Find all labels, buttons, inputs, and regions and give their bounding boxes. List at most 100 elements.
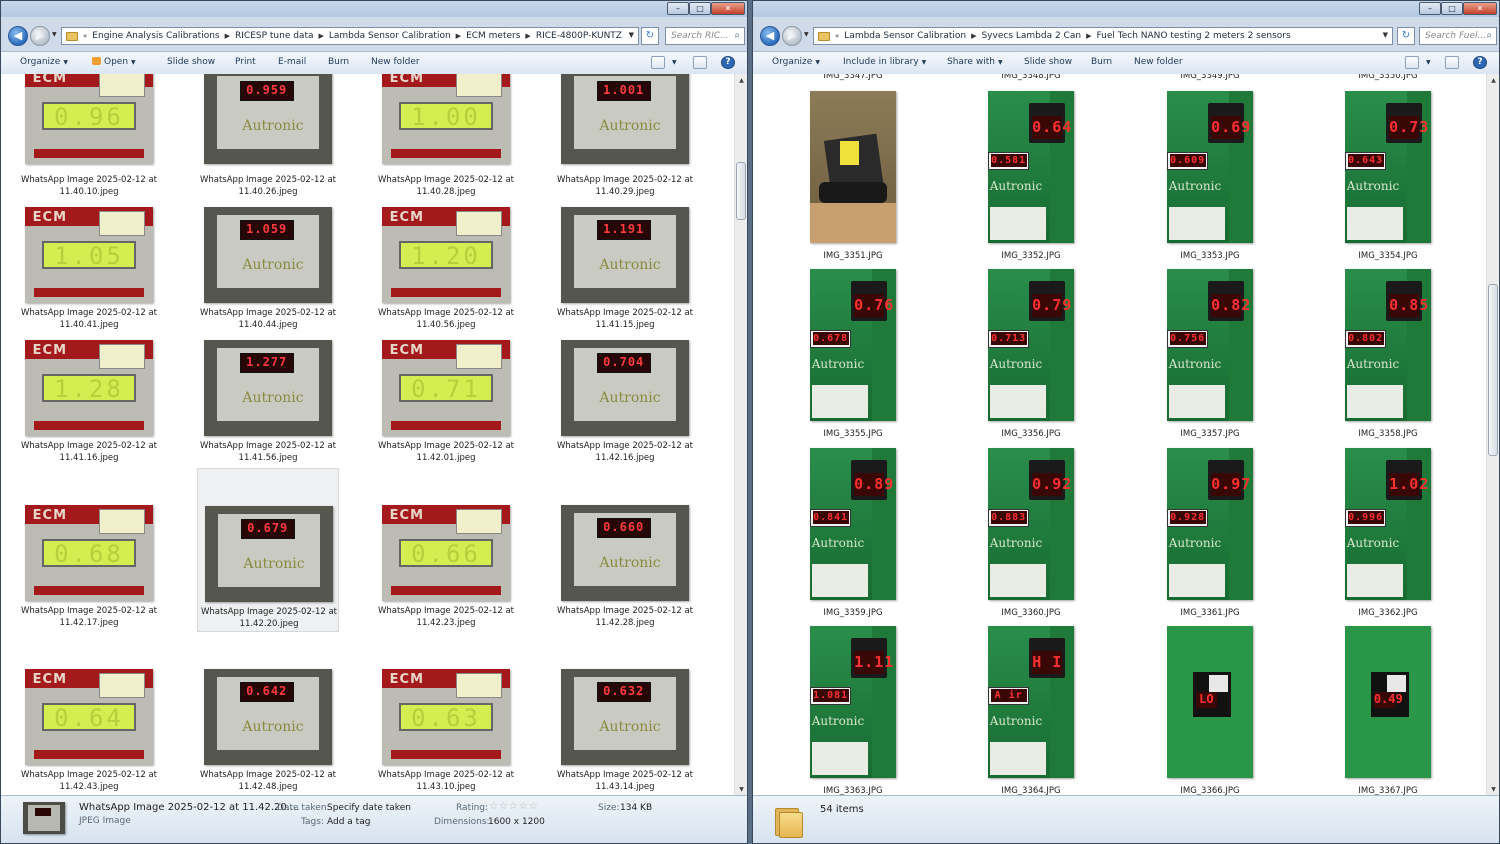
- file-item[interactable]: 1.191 Autronic WhatsApp Image 2025-02-12 a…: [554, 207, 696, 333]
- search-input[interactable]: Search RIC... ⌕: [665, 27, 745, 45]
- file-item[interactable]: 0.76 0.678 Autronic IMG_3355.JPG: [790, 269, 916, 443]
- file-item[interactable]: 1.02 0.996 Autronic IMG_3362.JPG: [1325, 448, 1451, 622]
- file-item[interactable]: ECM 0.71 WhatsApp Image 2025-02-12 at 11.4…: [375, 340, 517, 466]
- scrollbar-thumb[interactable]: [736, 162, 746, 220]
- back-button[interactable]: ◀: [8, 26, 28, 46]
- file-item[interactable]: 0.79 0.713 Autronic IMG_3356.JPG: [968, 269, 1094, 443]
- breadcrumb-item[interactable]: ECM meters: [463, 31, 523, 41]
- refresh-icon[interactable]: ↻: [641, 27, 659, 45]
- file-item[interactable]: LO IMG_3366.JPG: [1147, 626, 1273, 797]
- recent-pages-chevron-icon[interactable]: ▼: [52, 31, 57, 38]
- overflow-chevron-icon[interactable]: «: [81, 32, 89, 40]
- file-item[interactable]: 0.89 0.841 Autronic IMG_3359.JPG: [790, 448, 916, 622]
- breadcrumb-item[interactable]: Syvecs Lambda 2 Can: [978, 31, 1084, 41]
- file-item[interactable]: 0.92 0.883 Autronic IMG_3360.JPG: [968, 448, 1094, 622]
- file-item[interactable]: 1.001 Autronic WhatsApp Image 2025-02-12 a…: [554, 74, 696, 200]
- maximize-button[interactable]: □: [1441, 2, 1463, 15]
- file-item[interactable]: H IA ir Autronic IMG_3364.JPG: [968, 626, 1094, 797]
- file-item[interactable]: 0.679 Autronic WhatsApp Image 2025-02-12 a…: [197, 468, 339, 632]
- file-item[interactable]: ECM 1.00 WhatsApp Image 2025-02-12 at 11.4…: [375, 74, 517, 200]
- file-item[interactable]: ECM 1.05 WhatsApp Image 2025-02-12 at 11.4…: [18, 207, 160, 333]
- change-view-icon[interactable]: [651, 56, 665, 69]
- file-item[interactable]: ECM 0.63 WhatsApp Image 2025-02-12 at 11.4…: [375, 669, 517, 795]
- file-item[interactable]: ECM 0.96 WhatsApp Image 2025-02-12 at 11.4…: [18, 74, 160, 200]
- title-bar[interactable]: – □ ✕: [1, 1, 747, 17]
- file-item[interactable]: 0.64 0.581 Autronic IMG_3352.JPG: [968, 91, 1094, 265]
- email-button[interactable]: E-mail: [278, 57, 306, 67]
- file-item[interactable]: ECM 0.64 WhatsApp Image 2025-02-12 at 11.4…: [18, 669, 160, 795]
- forward-button[interactable]: ▶: [30, 26, 50, 46]
- slideshow-button[interactable]: Slide show: [167, 57, 215, 67]
- breadcrumb-separator-icon[interactable]: ▶: [317, 32, 326, 40]
- preview-pane-icon[interactable]: [1445, 56, 1459, 69]
- forward-button[interactable]: ▶: [782, 26, 802, 46]
- breadcrumb[interactable]: « Lambda Sensor Calibration ▶ Syvecs Lamb…: [813, 27, 1393, 45]
- close-button[interactable]: ✕: [711, 2, 745, 15]
- breadcrumb-separator-icon[interactable]: ▶: [454, 32, 463, 40]
- scroll-up-icon[interactable]: ▲: [735, 74, 747, 88]
- maximize-button[interactable]: □: [689, 2, 711, 15]
- file-item[interactable]: 1.059 Autronic WhatsApp Image 2025-02-12 a…: [197, 207, 339, 333]
- vertical-scrollbar[interactable]: ▲ ▼: [1486, 74, 1499, 797]
- new-folder-button[interactable]: New folder: [371, 57, 420, 67]
- breadcrumb-item[interactable]: Lambda Sensor Calibration: [841, 31, 969, 41]
- date-taken-value[interactable]: Specify date taken: [327, 803, 411, 813]
- back-button[interactable]: ◀: [760, 26, 780, 46]
- file-item[interactable]: ECM 1.28 WhatsApp Image 2025-02-12 at 11.4…: [18, 340, 160, 466]
- breadcrumb-separator-icon[interactable]: ▶: [969, 32, 978, 40]
- burn-button[interactable]: Burn: [1091, 57, 1112, 67]
- open-button[interactable]: Open ▼: [92, 57, 136, 67]
- vertical-scrollbar[interactable]: ▲ ▼: [734, 74, 747, 797]
- file-item[interactable]: 0.704 Autronic WhatsApp Image 2025-02-12 a…: [554, 340, 696, 466]
- view-dropdown-icon[interactable]: ▼: [1423, 57, 1431, 67]
- search-input[interactable]: Search Fuel... ⌕: [1419, 27, 1497, 45]
- file-item[interactable]: ECM 0.66 WhatsApp Image 2025-02-12 at 11.4…: [375, 505, 517, 631]
- view-dropdown-icon[interactable]: ▼: [669, 57, 677, 67]
- file-item[interactable]: 0.660 Autronic WhatsApp Image 2025-02-12 a…: [554, 505, 696, 631]
- file-item[interactable]: 0.97 0.928 Autronic IMG_3361.JPG: [1147, 448, 1273, 622]
- breadcrumb-item[interactable]: RICESP tune data: [232, 31, 317, 41]
- file-item[interactable]: 0.632 Autronic WhatsApp Image 2025-02-12 a…: [554, 669, 696, 795]
- breadcrumb[interactable]: « Engine Analysis Calibrations ▶ RICESP t…: [61, 27, 639, 45]
- breadcrumb-item[interactable]: Fuel Tech NANO testing 2 meters 2 sensor…: [1093, 31, 1293, 41]
- minimize-button[interactable]: –: [667, 2, 689, 15]
- file-item[interactable]: ECM 0.68 WhatsApp Image 2025-02-12 at 11.4…: [18, 505, 160, 631]
- minimize-button[interactable]: –: [1419, 2, 1441, 15]
- file-item[interactable]: ECM 1.20 WhatsApp Image 2025-02-12 at 11.4…: [375, 207, 517, 333]
- help-icon[interactable]: ?: [1473, 56, 1487, 69]
- scroll-up-icon[interactable]: ▲: [1487, 74, 1499, 88]
- rating-stars[interactable]: ☆☆☆☆☆: [489, 801, 539, 812]
- file-item[interactable]: 0.69 0.609 Autronic IMG_3353.JPG: [1147, 91, 1273, 265]
- file-item[interactable]: 0.73 0.643 Autronic IMG_3354.JPG: [1325, 91, 1451, 265]
- file-item[interactable]: 1.11 1.081 Autronic IMG_3363.JPG: [790, 626, 916, 797]
- close-button[interactable]: ✕: [1463, 2, 1497, 15]
- file-item[interactable]: 0.642 Autronic WhatsApp Image 2025-02-12 a…: [197, 669, 339, 795]
- file-item[interactable]: 0.82 0.756 Autronic IMG_3357.JPG: [1147, 269, 1273, 443]
- burn-button[interactable]: Burn: [328, 57, 349, 67]
- help-icon[interactable]: ?: [721, 56, 735, 69]
- breadcrumb-item[interactable]: Engine Analysis Calibrations: [89, 31, 222, 41]
- address-dropdown-icon[interactable]: ▼: [1383, 31, 1388, 39]
- file-item[interactable]: 1.277 Autronic WhatsApp Image 2025-02-12 a…: [197, 340, 339, 466]
- refresh-icon[interactable]: ↻: [1397, 27, 1415, 45]
- file-item[interactable]: 0.85 0.802 Autronic IMG_3358.JPG: [1325, 269, 1451, 443]
- include-in-library-button[interactable]: Include in library ▼: [843, 57, 926, 67]
- breadcrumb-separator-icon[interactable]: ▶: [523, 32, 532, 40]
- share-with-button[interactable]: Share with ▼: [947, 57, 1003, 67]
- print-button[interactable]: Print: [235, 57, 256, 67]
- scrollbar-thumb[interactable]: [1488, 284, 1498, 456]
- title-bar[interactable]: – □ ✕: [753, 1, 1499, 17]
- preview-pane-icon[interactable]: [693, 56, 707, 69]
- organize-button[interactable]: Organize ▼: [20, 57, 68, 67]
- file-item[interactable]: 0.959 Autronic WhatsApp Image 2025-02-12 a…: [197, 74, 339, 200]
- overflow-chevron-icon[interactable]: «: [833, 32, 841, 40]
- address-dropdown-icon[interactable]: ▼: [629, 31, 634, 39]
- breadcrumb-item[interactable]: RICE-4800P-KUNTZ: [533, 31, 625, 41]
- file-item[interactable]: IMG_3351.JPG: [790, 91, 916, 265]
- recent-pages-chevron-icon[interactable]: ▼: [804, 31, 809, 38]
- breadcrumb-item[interactable]: Lambda Sensor Calibration: [326, 31, 454, 41]
- organize-button[interactable]: Organize ▼: [772, 57, 820, 67]
- tags-value[interactable]: Add a tag: [327, 817, 370, 827]
- new-folder-button[interactable]: New folder: [1134, 57, 1183, 67]
- slideshow-button[interactable]: Slide show: [1024, 57, 1072, 67]
